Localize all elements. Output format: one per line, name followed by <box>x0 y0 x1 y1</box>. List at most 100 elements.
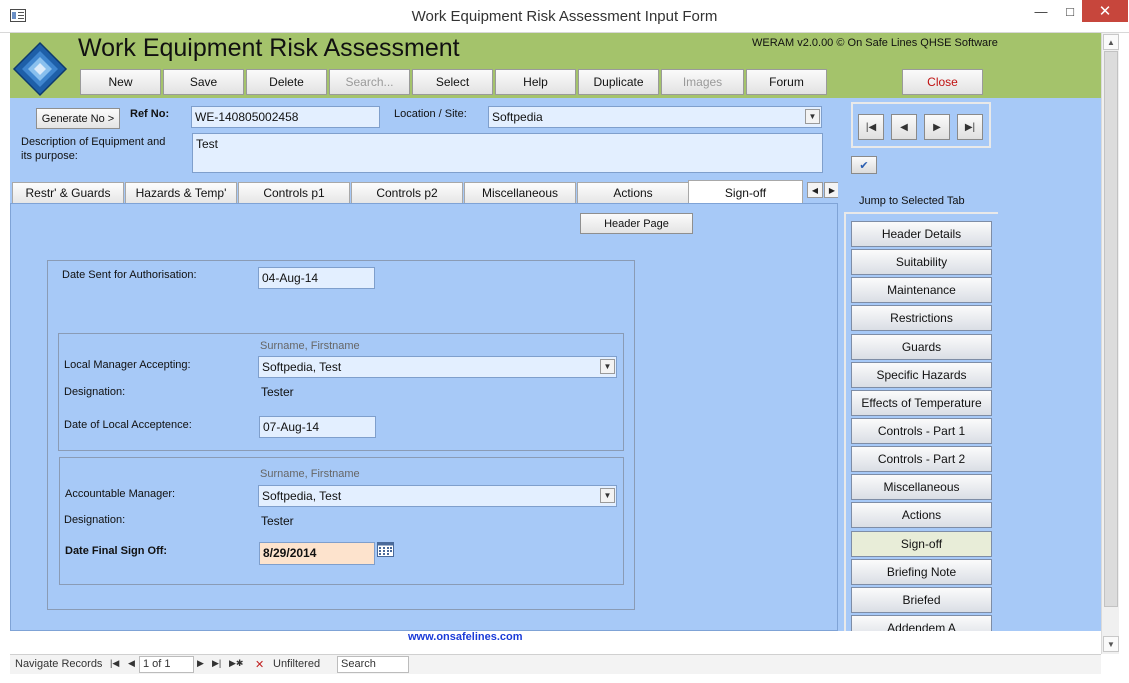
jump-header-details[interactable]: Header Details <box>851 221 992 247</box>
filter-status[interactable]: Unfiltered <box>273 658 320 670</box>
navigate-records-label: Navigate Records <box>15 658 103 670</box>
accountable-designation-label: Designation: <box>64 514 126 526</box>
search-box[interactable]: Search <box>337 656 409 673</box>
first-record-icon[interactable]: |◀ <box>858 114 884 140</box>
new-record-nav-icon[interactable]: ▶✱ <box>229 658 243 669</box>
previous-record-icon[interactable]: ◀ <box>891 114 917 140</box>
new-button[interactable]: New <box>80 69 161 95</box>
diamond-logo-icon <box>12 41 68 97</box>
generate-number-button[interactable]: Generate No > <box>36 108 120 129</box>
ref-no-field[interactable]: WE-140805002458 <box>191 106 380 128</box>
jump-miscellaneous[interactable]: Miscellaneous <box>851 474 992 500</box>
tab-restrictions-guards[interactable]: Restr' & Guards <box>12 182 124 204</box>
jump-list: Header Details Suitability Maintenance R… <box>844 212 998 631</box>
select-button[interactable]: Select <box>412 69 493 95</box>
next-record-icon[interactable]: ▶ <box>924 114 950 140</box>
version-text: WERAM v2.0.00 © On Safe Lines QHSE Softw… <box>752 37 998 49</box>
accountable-manager-combo[interactable]: Softpedia, Test ▼ <box>258 485 617 507</box>
next-record-nav-icon[interactable]: ▶ <box>197 658 204 669</box>
location-value: Softpedia <box>492 110 543 124</box>
website-link[interactable]: www.onsafelines.com <box>408 631 523 643</box>
delete-button[interactable]: Delete <box>246 69 327 95</box>
description-label: Description of Equipment and its purpose… <box>21 136 166 162</box>
jump-briefed[interactable]: Briefed <box>851 587 992 613</box>
no-filter-icon: ✕ <box>255 659 265 671</box>
jump-guards[interactable]: Guards <box>851 334 992 360</box>
record-nav-box: |◀ ◀ ▶ ▶| <box>851 102 991 148</box>
tab-actions[interactable]: Actions <box>577 182 689 204</box>
search-button[interactable]: Search... <box>329 69 410 95</box>
accountable-manager-label: Accountable Manager: <box>65 488 176 500</box>
tab-sign-off[interactable]: Sign-off <box>688 180 803 204</box>
jump-effects-of-temperature[interactable]: Effects of Temperature <box>851 390 992 416</box>
last-record-icon[interactable]: ▶| <box>957 114 983 140</box>
jump-controls-part-1[interactable]: Controls - Part 1 <box>851 418 992 444</box>
record-navigation-bar: Navigate Records |◀ ◀ 1 of 1 ▶ ▶| ▶✱ ✕ U… <box>10 654 1101 674</box>
final-sign-off-field[interactable]: 8/29/2014 <box>259 542 375 565</box>
save-button[interactable]: Save <box>163 69 244 95</box>
last-record-nav-icon[interactable]: ▶| <box>212 658 221 669</box>
location-combo[interactable]: Softpedia ▼ <box>488 106 822 128</box>
jump-label: Jump to Selected Tab <box>859 195 965 207</box>
chevron-down-icon[interactable]: ▼ <box>600 359 615 374</box>
tab-scroll-left-icon[interactable]: ◀ <box>807 182 823 198</box>
accountable-manager-value: Softpedia, Test <box>262 489 342 503</box>
authorisation-group: Date Sent for Authorisation: 04-Aug-14 S… <box>47 260 635 610</box>
scroll-thumb[interactable] <box>1104 51 1118 607</box>
scroll-up-icon[interactable]: ▲ <box>1103 34 1119 50</box>
sign-off-panel: Header Page Date Sent for Authorisation:… <box>10 203 838 631</box>
window-close-button[interactable]: ✕ <box>1082 0 1128 22</box>
header-band: Work Equipment Risk Assessment WERAM v2.… <box>10 33 1101 98</box>
close-form-button[interactable]: Close <box>902 69 983 95</box>
previous-record-nav-icon[interactable]: ◀ <box>128 658 135 669</box>
jump-specific-hazards[interactable]: Specific Hazards <box>851 362 992 388</box>
jump-briefing-note[interactable]: Briefing Note <box>851 559 992 585</box>
date-sent-field[interactable]: 04-Aug-14 <box>258 267 375 289</box>
spellcheck-icon[interactable]: ✔ <box>851 156 877 174</box>
tab-strip: Restr' & Guards Hazards & Temp' Controls… <box>10 180 840 204</box>
duplicate-button[interactable]: Duplicate <box>578 69 659 95</box>
scroll-down-icon[interactable]: ▼ <box>1103 636 1119 652</box>
vertical-scrollbar[interactable]: ▲ ▼ <box>1101 33 1119 654</box>
footer-band: www.onsafelines.com <box>10 631 1101 653</box>
help-button[interactable]: Help <box>495 69 576 95</box>
jump-restrictions[interactable]: Restrictions <box>851 305 992 331</box>
window-title: Work Equipment Risk Assessment Input For… <box>411 8 718 25</box>
tab-controls-p1[interactable]: Controls p1 <box>238 182 350 204</box>
chevron-down-icon[interactable]: ▼ <box>600 488 615 503</box>
jump-controls-part-2[interactable]: Controls - Part 2 <box>851 446 992 472</box>
date-sent-label: Date Sent for Authorisation: <box>62 269 197 281</box>
calendar-icon[interactable] <box>377 542 394 557</box>
final-sign-off-label: Date Final Sign Off: <box>65 545 168 557</box>
tab-controls-p2[interactable]: Controls p2 <box>351 182 463 204</box>
accountable-designation-value: Tester <box>261 514 294 528</box>
local-manager-label: Local Manager Accepting: <box>64 359 191 371</box>
local-date-label: Date of Local Acceptence: <box>64 419 192 431</box>
jump-sign-off[interactable]: Sign-off <box>851 531 992 557</box>
description-field[interactable]: Test <box>192 133 823 173</box>
jump-actions[interactable]: Actions <box>851 502 992 528</box>
forum-button[interactable]: Forum <box>746 69 827 95</box>
images-button[interactable]: Images <box>661 69 744 95</box>
local-manager-value: Softpedia, Test <box>262 360 342 374</box>
location-label: Location / Site: <box>394 108 467 120</box>
local-designation-value: Tester <box>261 385 294 399</box>
tab-hazards-temp[interactable]: Hazards & Temp' <box>125 182 237 204</box>
right-panel: |◀ ◀ ▶ ▶| ✔ Jump to Selected Tab Header … <box>838 98 1101 631</box>
window-bottom-edge <box>0 674 1129 683</box>
accountable-name-hint: Surname, Firstname <box>260 468 360 480</box>
title-bar: Work Equipment Risk Assessment Input For… <box>0 0 1129 33</box>
jump-suitability[interactable]: Suitability <box>851 249 992 275</box>
header-page-button[interactable]: Header Page <box>580 213 693 234</box>
local-manager-group: Surname, Firstname Local Manager Accepti… <box>58 333 624 451</box>
first-record-nav-icon[interactable]: |◀ <box>110 658 119 669</box>
jump-addendem-a[interactable]: Addendem A <box>851 615 992 631</box>
chevron-down-icon[interactable]: ▼ <box>805 109 820 124</box>
jump-maintenance[interactable]: Maintenance <box>851 277 992 303</box>
local-designation-label: Designation: <box>64 386 126 398</box>
tab-miscellaneous[interactable]: Miscellaneous <box>464 182 576 204</box>
accountable-manager-group: Surname, Firstname Accountable Manager: … <box>59 457 624 585</box>
record-number-box[interactable]: 1 of 1 <box>139 656 194 673</box>
local-manager-combo[interactable]: Softpedia, Test ▼ <box>258 356 617 378</box>
local-date-field[interactable]: 07-Aug-14 <box>259 416 376 438</box>
